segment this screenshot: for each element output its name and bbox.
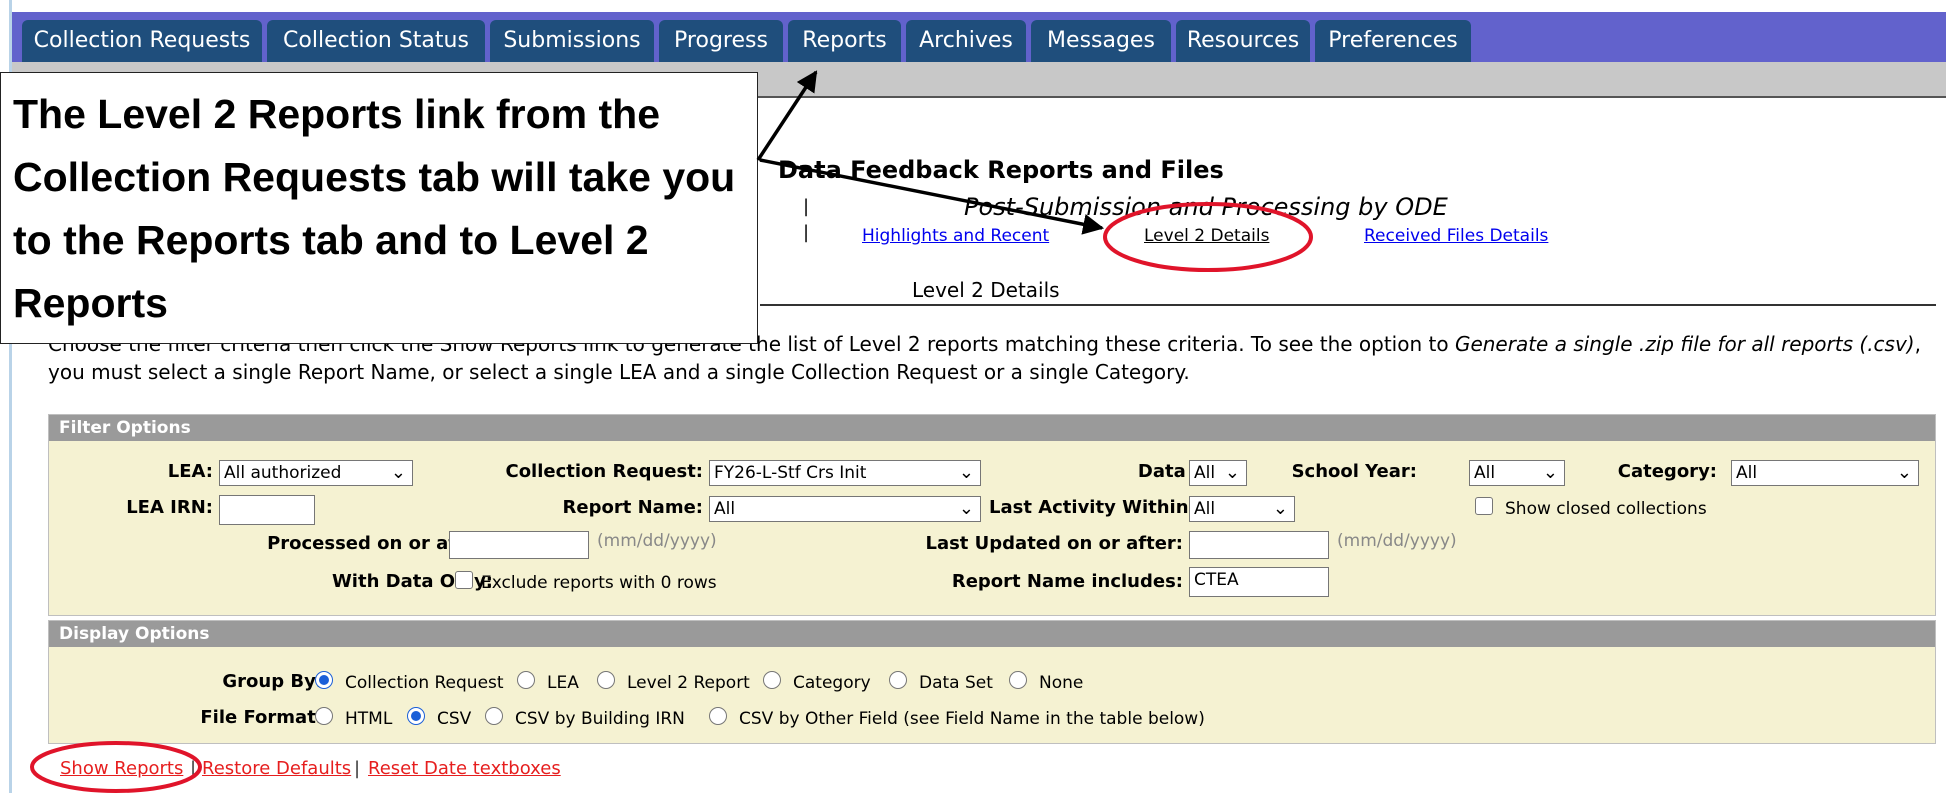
- highlight-oval-show-reports: [30, 741, 202, 793]
- highlight-oval-level-2-details: [1103, 202, 1313, 272]
- arrow-to-reports-tab: [756, 70, 818, 161]
- annotation-overlay: [30, 70, 1313, 793]
- arrow-to-level-2-details: [759, 158, 1105, 235]
